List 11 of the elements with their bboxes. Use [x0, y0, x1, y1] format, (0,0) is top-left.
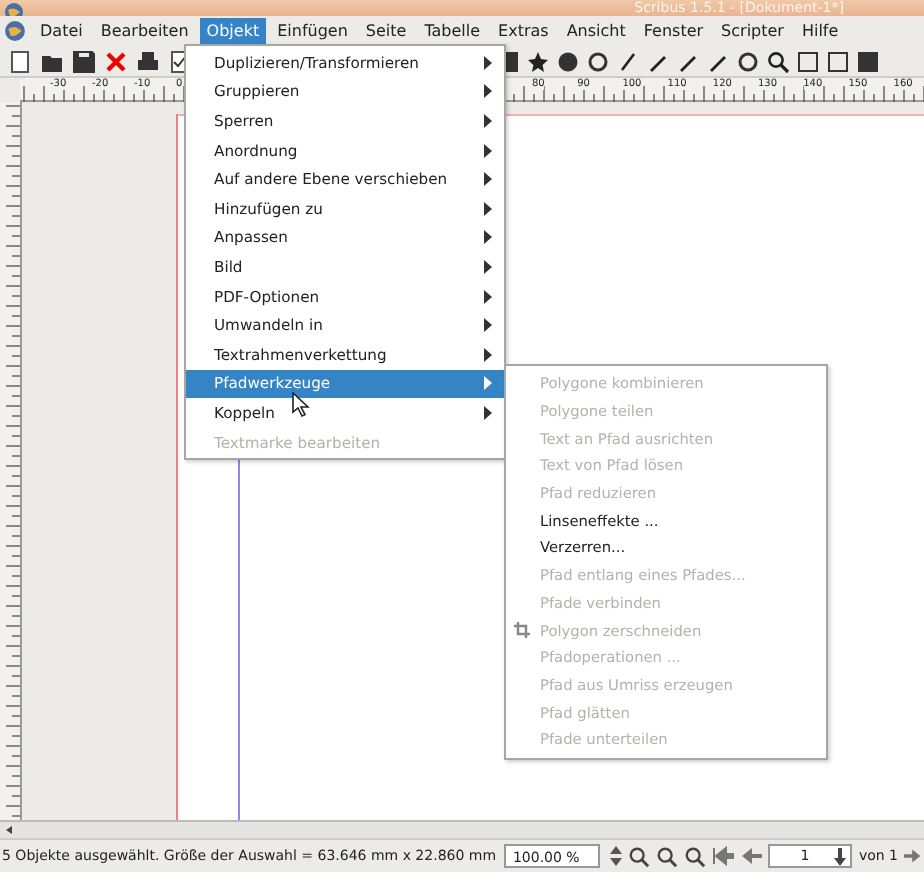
menu-bar-item[interactable]: Ansicht: [560, 17, 632, 45]
menu-bar-item[interactable]: Einfügen: [271, 17, 354, 45]
menu-bar-item[interactable]: Objekt: [200, 17, 266, 45]
menu-bar-item[interactable]: Hilfe: [795, 17, 845, 45]
menu-bar-item[interactable]: Extras: [492, 17, 555, 45]
menu-bar-item[interactable]: Scripter: [715, 17, 790, 45]
menu-bar-item[interactable]: Seite: [359, 17, 413, 45]
menu-bar-item[interactable]: Fenster: [637, 17, 710, 45]
menu-bar-item[interactable]: Tabelle: [418, 17, 487, 45]
menu-bar-item[interactable]: Datei: [34, 17, 89, 45]
menu-bar-item[interactable]: Bearbeiten: [94, 17, 195, 45]
